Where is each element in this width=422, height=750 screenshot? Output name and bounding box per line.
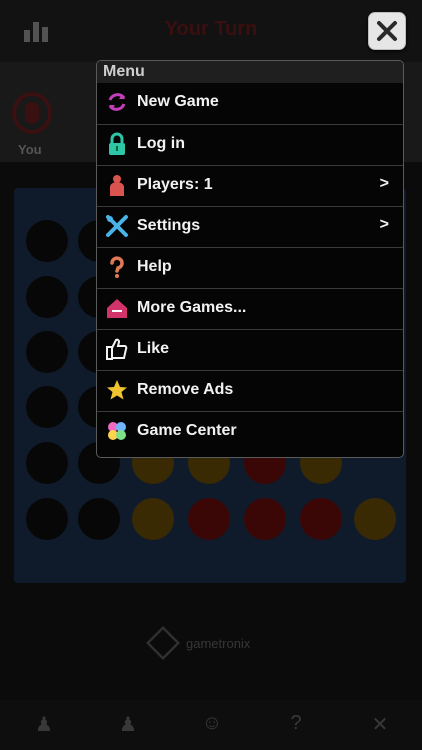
menu-item-label: Log in <box>137 135 185 152</box>
board-cell <box>244 498 286 540</box>
board-cell <box>26 220 68 262</box>
thumbs-up-icon <box>106 338 128 360</box>
menu-item-label: Like <box>137 340 170 357</box>
menu-item-log-in[interactable]: Log in <box>97 124 403 164</box>
board-cell <box>26 498 68 540</box>
menu-item-label: Settings <box>137 217 201 234</box>
person-icon <box>110 175 124 196</box>
more-games-icon <box>107 299 127 318</box>
brand-name: gametronix <box>186 636 251 651</box>
board-cell <box>26 331 68 373</box>
menu-item-label: Help <box>137 258 172 275</box>
menu-item-players[interactable]: Players: 1 > <box>97 165 403 205</box>
question-icon <box>110 256 124 278</box>
tools-icon[interactable]: ✕ <box>368 712 392 736</box>
close-icon <box>377 21 397 41</box>
refresh-icon <box>108 93 126 111</box>
lock-icon <box>109 132 125 155</box>
star-icon <box>107 380 127 400</box>
menu-item-label: New Game <box>137 93 219 110</box>
smiley-icon[interactable]: ☺ <box>200 712 224 736</box>
menu-item-label: Game Center <box>137 422 237 439</box>
turn-title: Your Turn <box>164 18 258 40</box>
menu-item-new-game[interactable]: New Game <box>97 83 403 123</box>
tools-icon <box>106 215 128 237</box>
menu-popup: Menu New Game Log in Players: 1 > Settin… <box>96 60 404 458</box>
menu-item-label: More Games... <box>137 299 247 316</box>
menu-item-remove-ads[interactable]: Remove Ads <box>97 370 403 410</box>
avatar <box>12 92 52 134</box>
submenu-arrow: > <box>379 216 389 233</box>
submenu-arrow: > <box>379 175 389 192</box>
close-button[interactable] <box>368 12 406 50</box>
board-cell <box>354 498 396 540</box>
person-icon[interactable]: ♟ <box>32 712 56 736</box>
menu-item-settings[interactable]: Settings > <box>97 206 403 246</box>
brand-mark-icon <box>146 626 180 660</box>
board-cell <box>78 498 120 540</box>
board-cell <box>26 442 68 484</box>
question-icon[interactable]: ? <box>284 712 308 736</box>
menu-item-like[interactable]: Like <box>97 329 403 369</box>
board-cell <box>188 498 230 540</box>
board-cell <box>300 498 342 540</box>
menu-title: Menu <box>97 61 403 83</box>
menu-item-label: Players: 1 <box>137 176 213 193</box>
menu-item-label: Remove Ads <box>137 381 234 398</box>
top-bar: Your Turn <box>0 0 422 62</box>
brand-logo: gametronix <box>146 626 278 660</box>
person-icon[interactable]: ♟ <box>116 712 140 736</box>
menu-item-help[interactable]: Help <box>97 247 403 287</box>
player-label: You <box>18 142 42 157</box>
game-center-icon <box>108 422 126 440</box>
menu-item-more-games[interactable]: More Games... <box>97 288 403 328</box>
board-cell <box>26 276 68 318</box>
menu-item-game-center[interactable]: Game Center <box>97 411 403 451</box>
board-cell <box>26 386 68 428</box>
board-cell <box>132 498 174 540</box>
